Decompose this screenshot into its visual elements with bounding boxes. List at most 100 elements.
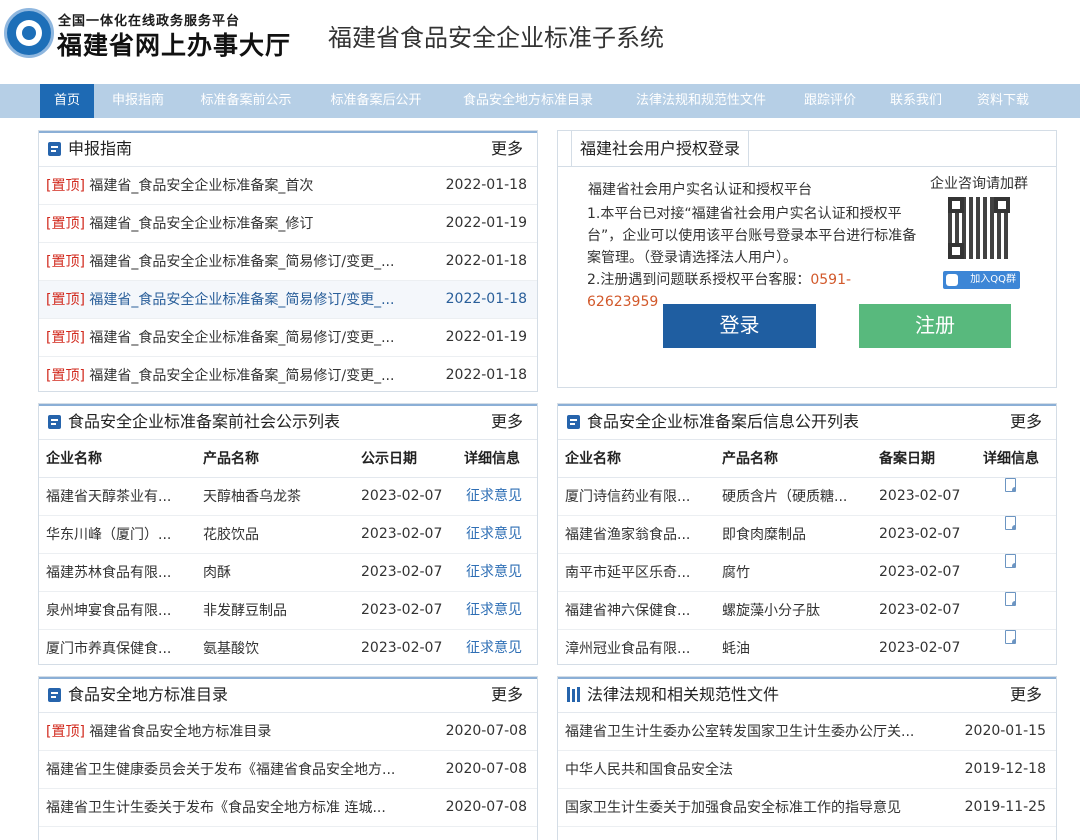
nav-pre-publicity[interactable]: 标准备案前公示	[186, 84, 306, 118]
law-item-title[interactable]: 国家卫生计生委关于加强食品安全标准工作的指导意见	[565, 789, 950, 827]
detail-document-icon[interactable]	[1005, 592, 1016, 606]
company-name[interactable]: 华东川峰（厦门）...	[46, 516, 194, 554]
local-standards-header: 食品安全地方标准目录 更多	[39, 677, 537, 713]
detail-document-icon[interactable]	[1005, 516, 1016, 530]
pre-publicity-title: 食品安全企业标准备案前社会公示列表	[68, 412, 341, 431]
guide-panel: 申报指南 更多 [置顶] 福建省_食品安全企业标准备案_首次 2022-01-1…	[38, 130, 538, 392]
col-company: 企业名称	[46, 451, 102, 467]
list-item[interactable]: [置顶] 福建省_食品安全企业标准备案_首次 2022-01-18	[39, 167, 537, 205]
product-name: 蚝油	[722, 641, 750, 657]
nav-post-publicity[interactable]: 标准备案后公开	[316, 84, 436, 118]
company-name[interactable]: 漳州冠业食品有限...	[565, 630, 713, 664]
document-icon	[48, 142, 61, 156]
guide-item-title[interactable]: 福建省_食品安全企业标准备案_简易修订/变更_...	[89, 368, 394, 384]
detail-document-icon[interactable]	[1005, 554, 1016, 568]
list-item[interactable]: [置顶] 福建省_食品安全企业标准备案_简易修订/变更_... 2022-01-…	[39, 281, 537, 319]
company-name[interactable]: 福建省渔家翁食品...	[565, 516, 713, 554]
detail-document-icon[interactable]	[1005, 478, 1016, 492]
col-record-date: 备案日期	[879, 451, 935, 467]
guide-item-title[interactable]: 福建省_食品安全企业标准备案_简易修订/变更_...	[89, 292, 394, 308]
nav-guide[interactable]: 申报指南	[100, 84, 176, 118]
standard-item-date: 2020-07-08	[445, 723, 527, 739]
list-item[interactable]: [置顶] 福建省_食品安全企业标准备案_简易修订/变更_... 2022-01-…	[39, 319, 537, 357]
feedback-link[interactable]: 征求意见	[466, 592, 522, 628]
pre-publicity-panel: 食品安全企业标准备案前社会公示列表 更多 企业名称 产品名称 公示日期 详细信息…	[38, 403, 538, 665]
local-standards-title: 食品安全地方标准目录	[68, 685, 229, 704]
pinned-tag: [置顶]	[46, 330, 85, 346]
guide-item-date: 2022-01-19	[445, 329, 527, 345]
col-detail: 详细信息	[983, 451, 1039, 467]
logo-title[interactable]: 福建省网上办事大厅	[57, 26, 291, 62]
guide-item-date: 2022-01-18	[445, 367, 527, 383]
laws-panel: 法律法规和相关规范性文件 更多 福建省卫生计生委办公室转发国家卫生计生委办公厅关…	[557, 676, 1057, 840]
publicity-date: 2023-02-07	[361, 488, 443, 504]
guide-item-title[interactable]: 福建省_食品安全企业标准备案_简易修订/变更_...	[89, 254, 394, 270]
feedback-link[interactable]: 征求意见	[466, 554, 522, 590]
publicity-date: 2023-02-07	[361, 640, 443, 656]
col-date: 公示日期	[361, 451, 417, 467]
nav-contact-us[interactable]: 联系我们	[878, 84, 954, 118]
company-name[interactable]: 泉州坤宴食品有限...	[46, 592, 194, 630]
guide-item-title[interactable]: 福建省_食品安全企业标准备案_简易修订/变更_...	[89, 330, 394, 346]
local-standards-panel: 食品安全地方标准目录 更多 [置顶] 福建省食品安全地方标准目录 2020-07…	[38, 676, 538, 840]
list-item[interactable]: [置顶] 福建省_食品安全企业标准备案_修订 2022-01-19	[39, 205, 537, 243]
product-name: 肉酥	[203, 565, 231, 581]
detail-document-icon[interactable]	[1005, 630, 1016, 644]
nav-home[interactable]: 首页	[40, 84, 94, 118]
laws-more-link[interactable]: 更多	[1010, 677, 1042, 713]
guide-more-link[interactable]: 更多	[491, 131, 523, 167]
list-item[interactable]: [置顶] 福建省_食品安全企业标准备案_简易修订/变更_... 2022-01-…	[39, 243, 537, 281]
guide-item-title[interactable]: 福建省_食品安全企业标准备案_首次	[89, 178, 313, 194]
pre-publicity-more-link[interactable]: 更多	[491, 404, 523, 440]
local-standards-more-link[interactable]: 更多	[491, 677, 523, 713]
table-row: 泉州坤宴食品有限... 非发酵豆制品 2023-02-07 征求意见	[39, 592, 537, 630]
platform-emblem-icon[interactable]	[4, 8, 54, 58]
nav-local-standards[interactable]: 食品安全地方标准目录	[446, 84, 610, 118]
company-name[interactable]: 福建省神六保健食...	[565, 592, 713, 630]
register-button[interactable]: 注册	[859, 304, 1011, 348]
qr-code-icon	[948, 197, 1010, 259]
list-item[interactable]: 福建省卫生计生委办公室转发国家卫生计生委办公厅关... 2020-01-15	[558, 713, 1056, 751]
nav-downloads[interactable]: 资料下载	[964, 84, 1042, 118]
pinned-tag: [置顶]	[46, 216, 85, 232]
feedback-link[interactable]: 征求意见	[466, 630, 522, 664]
list-item[interactable]: [置顶] 福建省食品安全地方标准目录 2020-07-08	[39, 713, 537, 751]
laws-header: 法律法规和相关规范性文件 更多	[558, 677, 1056, 713]
nav-laws[interactable]: 法律法规和规范性文件	[620, 84, 782, 118]
company-name[interactable]: 厦门诗信药业有限...	[565, 478, 713, 516]
guide-item-date: 2022-01-19	[445, 215, 527, 231]
col-detail: 详细信息	[464, 451, 520, 467]
standard-item-title[interactable]: 福建省卫生健康委员会关于发布《福建省食品安全地方...	[46, 762, 395, 778]
standard-item-title[interactable]: 福建省卫生计生委关于发布《食品安全地方标准 连城...	[46, 800, 386, 816]
table-row: 漳州冠业食品有限... 蚝油 2023-02-07	[558, 630, 1056, 664]
feedback-link[interactable]: 征求意见	[466, 516, 522, 552]
document-icon	[48, 688, 61, 702]
company-name[interactable]: 南平市延平区乐奇...	[565, 554, 713, 592]
company-name[interactable]: 福建省天醇茶业有...	[46, 478, 194, 516]
list-item[interactable]: 福建省卫生计生委关于发布《食品安全地方标准 连城... 2020-07-08	[39, 789, 537, 827]
col-product: 产品名称	[722, 451, 778, 467]
publicity-date: 2023-02-07	[361, 564, 443, 580]
law-item-date: 2020-01-15	[964, 723, 1046, 739]
post-publicity-more-link[interactable]: 更多	[1010, 404, 1042, 440]
pinned-tag: [置顶]	[46, 292, 85, 308]
guide-item-title[interactable]: 福建省_食品安全企业标准备案_修订	[89, 216, 313, 232]
company-name[interactable]: 厦门市养真保健食...	[46, 630, 194, 664]
list-item[interactable]: 中华人民共和国食品安全法 2019-12-18	[558, 751, 1056, 789]
record-date: 2023-02-07	[879, 602, 961, 618]
post-publicity-header: 食品安全企业标准备案后信息公开列表 更多	[558, 404, 1056, 440]
standard-item-title[interactable]: 福建省食品安全地方标准目录	[89, 724, 271, 740]
nav-tracking-evaluation[interactable]: 跟踪评价	[792, 84, 868, 118]
login-button[interactable]: 登录	[663, 304, 816, 348]
company-name[interactable]: 福建苏林食品有限...	[46, 554, 194, 592]
product-name: 花胶饮品	[203, 527, 259, 543]
login-tab[interactable]: 福建社会用户授权登录	[571, 131, 750, 167]
list-item[interactable]: 国家卫生计生委关于加强食品安全标准工作的指导意见 2019-11-25	[558, 789, 1056, 827]
law-item-title[interactable]: 福建省卫生计生委办公室转发国家卫生计生委办公厅关...	[565, 713, 950, 751]
list-item[interactable]: 福建省卫生健康委员会关于发布《福建省食品安全地方... 2020-07-08	[39, 751, 537, 789]
law-item-title[interactable]: 中华人民共和国食品安全法	[565, 751, 950, 789]
record-date: 2023-02-07	[879, 564, 961, 580]
list-item[interactable]: [置顶] 福建省_食品安全企业标准备案_简易修订/变更_... 2022-01-…	[39, 357, 537, 391]
join-qq-group-button[interactable]: 加入QQ群	[943, 271, 1020, 289]
feedback-link[interactable]: 征求意见	[466, 478, 522, 514]
